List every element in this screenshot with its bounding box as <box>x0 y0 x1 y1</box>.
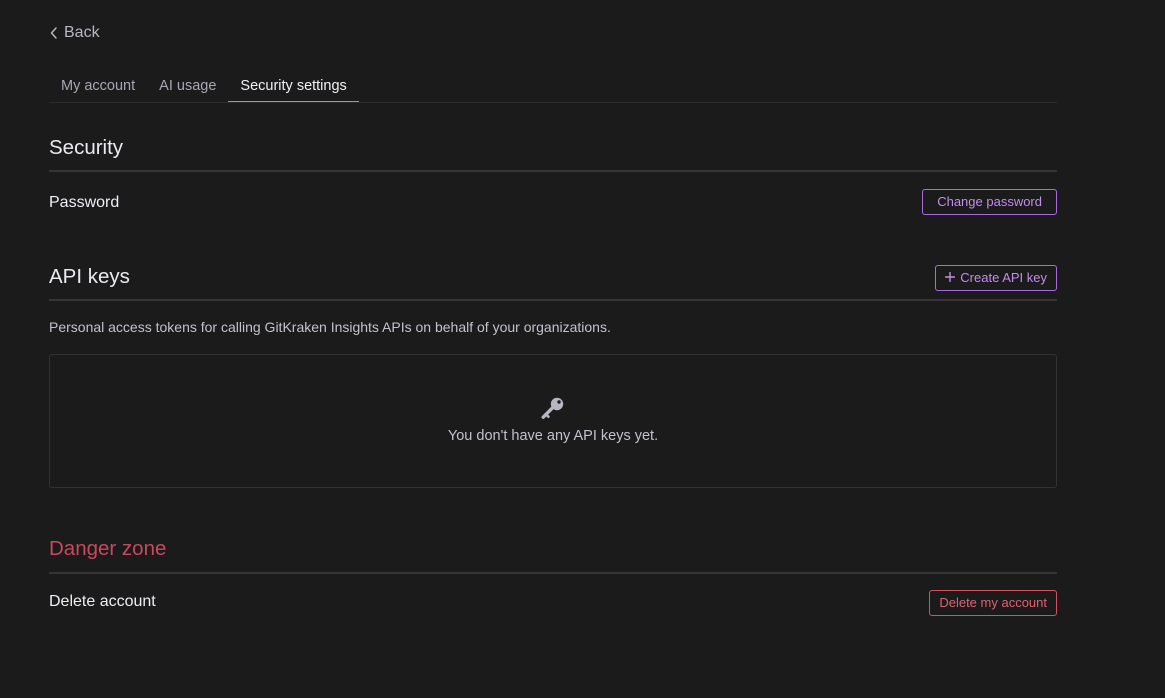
key-icon <box>540 395 566 426</box>
delete-my-account-button[interactable]: Delete my account <box>929 590 1057 616</box>
delete-my-account-label: Delete my account <box>939 595 1047 610</box>
api-keys-description: Personal access tokens for calling GitKr… <box>49 319 611 335</box>
security-settings-page: Back My account AI usage Security settin… <box>0 0 1165 698</box>
change-password-button[interactable]: Change password <box>922 189 1057 215</box>
security-divider <box>49 170 1057 172</box>
api-keys-empty-state: You don't have any API keys yet. <box>49 354 1057 488</box>
create-api-key-label: Create API key <box>960 270 1047 285</box>
tab-bar: My account AI usage Security settings <box>49 69 1057 103</box>
tab-security-settings[interactable]: Security settings <box>228 69 359 102</box>
danger-zone-divider <box>49 572 1057 574</box>
back-link[interactable]: Back <box>49 24 100 42</box>
api-keys-divider <box>49 299 1057 301</box>
danger-zone-title: Danger zone <box>49 537 167 560</box>
change-password-label: Change password <box>937 194 1042 209</box>
create-api-key-button[interactable]: Create API key <box>935 265 1057 291</box>
security-section-title: Security <box>49 136 124 159</box>
tab-ai-usage[interactable]: AI usage <box>147 69 228 102</box>
plus-icon <box>945 266 956 290</box>
delete-account-label: Delete account <box>49 593 156 610</box>
password-label: Password <box>49 194 120 211</box>
api-keys-section-title: API keys <box>49 265 130 288</box>
tab-my-account[interactable]: My account <box>49 69 147 102</box>
back-label: Back <box>64 24 100 41</box>
chevron-left-icon <box>49 26 59 40</box>
api-keys-empty-text: You don't have any API keys yet. <box>447 428 659 444</box>
